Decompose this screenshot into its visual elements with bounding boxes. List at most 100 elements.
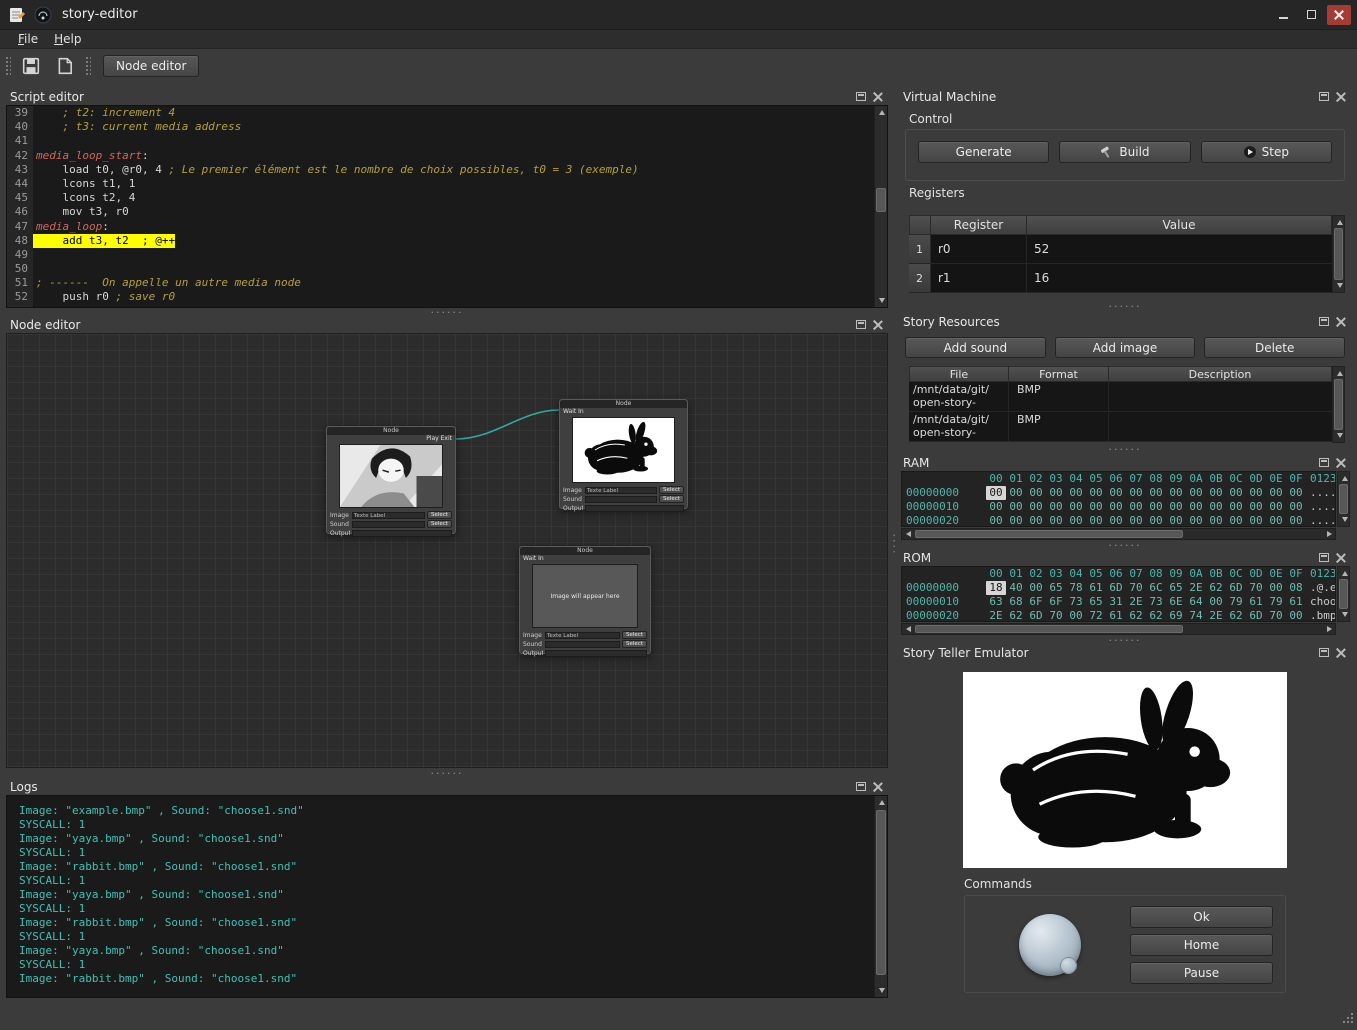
code-line[interactable]: 47media_loop: [7,220,874,234]
splitter-handle[interactable]: ······ [897,303,1353,310]
scroll-left-icon[interactable] [902,529,914,539]
hex-byte[interactable]: 6C [1146,581,1166,595]
hex-byte[interactable]: 31 [1106,595,1126,609]
code-line[interactable]: 46 mov t3, r0 [7,205,874,219]
float-icon[interactable] [854,318,868,331]
minimize-button[interactable] [1271,5,1295,25]
splitter-handle[interactable]: ······ [897,446,1353,453]
hex-byte[interactable]: 00 [1246,514,1266,527]
hex-byte[interactable]: 00 [1046,500,1066,514]
hex-byte[interactable]: 00 [1206,595,1226,609]
splitter-handle[interactable]: ······ [897,542,1353,549]
hex-byte[interactable]: 00 [1166,486,1186,500]
hex-byte[interactable]: 69 [1166,609,1186,622]
wait-in-port[interactable]: Wait In [563,408,584,416]
code-line[interactable]: 43 load t0, @r0, 4 ; Le premier élément … [7,163,874,177]
ram-vertical-scrollbar[interactable] [1337,471,1350,527]
node-editor-toggle-button[interactable]: Node editor [103,55,199,77]
media-node[interactable]: Node Wait In Image will appear here Imag… [519,546,651,654]
hex-byte[interactable]: 00 [1286,514,1306,527]
table-corner-button[interactable] [909,215,931,235]
hex-byte[interactable]: 00 [1286,609,1306,622]
menu-item-file[interactable]: File [10,31,46,47]
splitter-handle[interactable]: ······ [897,637,1353,644]
wait-in-port[interactable]: Wait In [523,555,544,563]
hex-byte[interactable]: 00 [1126,514,1146,527]
hex-byte[interactable]: 70 [1246,581,1266,595]
hex-byte[interactable]: 00 [986,514,1006,527]
new-file-button[interactable] [51,53,79,79]
close-icon[interactable] [871,780,885,793]
hex-byte[interactable]: 18 [986,581,1006,595]
hex-byte[interactable]: 2E [986,609,1006,622]
scrollbar-thumb[interactable] [1334,228,1343,280]
hex-byte[interactable]: 68 [1006,595,1026,609]
hex-byte[interactable]: 00 [1186,500,1206,514]
hex-byte[interactable]: 63 [986,595,1006,609]
hex-byte[interactable]: 00 [1066,500,1086,514]
hex-byte[interactable]: 00 [1146,500,1166,514]
rom-vertical-scrollbar[interactable] [1337,566,1350,622]
hex-byte[interactable]: 00 [1006,514,1026,527]
media-node[interactable]: Node Play Exit [326,426,456,534]
hex-byte[interactable]: 00 [1266,500,1286,514]
register-row[interactable]: 2r116 [909,264,1332,293]
ram-hex-view[interactable]: 000102030405060708090A0B0C0D0E0F01234567… [901,471,1336,527]
hex-byte[interactable]: 00 [1006,500,1026,514]
splitter-handle[interactable]: ······ [4,309,890,316]
hex-byte[interactable]: 00 [1246,500,1266,514]
hex-byte[interactable]: 00 [1286,486,1306,500]
hex-byte[interactable]: 61 [1086,581,1106,595]
hex-byte[interactable]: 62 [1126,609,1146,622]
close-icon[interactable] [1334,90,1348,103]
float-icon[interactable] [1317,90,1331,103]
hex-byte[interactable]: 00 [1266,581,1286,595]
code-line[interactable]: 51; ------ On appelle un autre media nod… [7,276,874,290]
scroll-down-icon[interactable] [1333,429,1345,442]
hex-byte[interactable]: 00 [1066,609,1086,622]
select-button[interactable]: Select [427,511,452,519]
hex-byte[interactable]: 73 [1066,595,1086,609]
hex-byte[interactable]: 00 [1226,514,1246,527]
scroll-left-icon[interactable] [902,624,914,634]
close-icon[interactable] [1334,456,1348,469]
toolbar-drag-handle[interactable] [5,56,11,76]
hex-byte[interactable]: 00 [1086,514,1106,527]
close-icon[interactable] [1334,551,1348,564]
resource-row[interactable]: /mnt/data/git/open-story-tell…BMP [909,382,1332,412]
delete-button[interactable]: Delete [1204,337,1345,358]
scroll-down-icon[interactable] [875,984,888,997]
hex-byte[interactable]: 00 [1066,514,1086,527]
hex-byte[interactable]: 6D [1226,581,1246,595]
scrollbar-thumb[interactable] [915,625,1183,633]
scroll-down-icon[interactable] [875,294,888,307]
ok-button[interactable]: Ok [1130,906,1273,928]
hex-byte[interactable]: 64 [1186,595,1206,609]
outputs-field[interactable] [352,530,452,537]
hex-byte[interactable]: 61 [1286,595,1306,609]
hex-byte[interactable]: 00 [1126,486,1146,500]
scrollbar-thumb[interactable] [1339,484,1348,514]
scroll-right-icon[interactable] [1323,624,1335,634]
pause-button[interactable]: Pause [1130,962,1273,984]
outputs-field[interactable] [585,505,684,512]
hex-byte[interactable]: 00 [1026,500,1046,514]
titlebar[interactable]: story-editor [0,0,1357,30]
node-row-field[interactable]: Texte Label [585,487,657,494]
select-button[interactable]: Select [659,486,684,494]
scrollbar-thumb[interactable] [915,530,1183,538]
scrollbar-thumb[interactable] [1334,379,1343,430]
column-header-format[interactable]: Format [1009,366,1109,382]
code-line[interactable]: 49 [7,248,874,262]
hex-byte[interactable]: 00 [1146,486,1166,500]
hex-byte[interactable]: 00 [1046,486,1066,500]
generate-button[interactable]: Generate [918,141,1049,163]
scroll-down-icon[interactable] [1338,608,1351,621]
hex-byte[interactable]: 62 [1146,609,1166,622]
code-line[interactable]: 50 [7,262,874,276]
scrollbar-thumb[interactable] [876,810,886,975]
maximize-button[interactable] [1299,5,1323,25]
hex-byte[interactable]: 79 [1266,595,1286,609]
code-line[interactable]: 41 [7,134,874,148]
hex-byte[interactable]: 00 [1266,486,1286,500]
